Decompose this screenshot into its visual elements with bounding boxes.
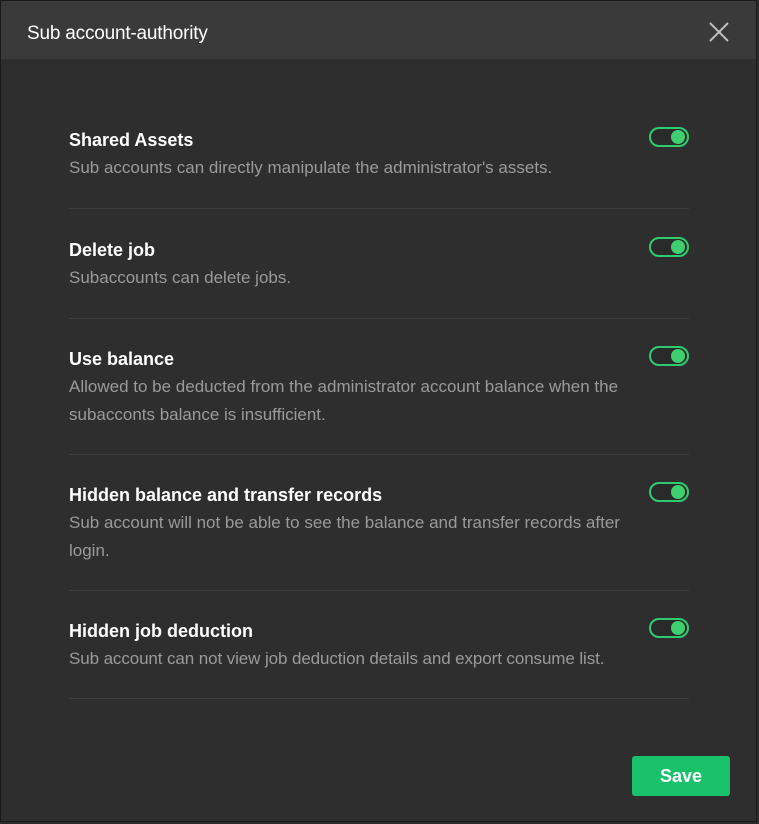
toggle-knob <box>671 485 685 499</box>
permission-title: Shared Assets <box>69 130 194 150</box>
permission-description: Subaccounts can delete jobs. <box>69 268 292 287</box>
permission-title: Hidden balance and transfer records <box>69 485 383 505</box>
permission-title: Delete job <box>69 240 156 260</box>
close-icon[interactable] <box>708 21 730 43</box>
permission-item-shared-assets: Shared Assets Sub accounts can directly … <box>69 109 689 209</box>
dialog-header: Sub account-authority <box>1 1 756 59</box>
permission-description: Allowed to be deducted from the administ… <box>69 377 619 424</box>
toggle-knob <box>671 349 685 363</box>
dialog-title: Sub account-authority <box>27 23 208 44</box>
permission-list: Shared Assets Sub accounts can directly … <box>69 109 689 699</box>
permission-description: Sub accounts can directly manipulate the… <box>69 158 553 177</box>
hidden-job-deduction-toggle[interactable] <box>649 618 689 638</box>
permission-item-hidden-job-deduction: Hidden job deduction Sub account can not… <box>69 591 689 699</box>
save-button[interactable]: Save <box>632 756 730 796</box>
permission-item-delete-job: Delete job Subaccounts can delete jobs. <box>69 209 689 319</box>
use-balance-toggle[interactable] <box>649 346 689 366</box>
shared-assets-toggle[interactable] <box>649 127 689 147</box>
permission-item-hidden-balance: Hidden balance and transfer records Sub … <box>69 455 689 591</box>
sub-account-authority-dialog: Sub account-authority Shared Assets Sub … <box>0 0 757 822</box>
hidden-balance-toggle[interactable] <box>649 482 689 502</box>
toggle-knob <box>671 130 685 144</box>
permission-title: Use balance <box>69 349 175 369</box>
permission-description: Sub account can not view job deduction d… <box>69 649 605 668</box>
toggle-knob <box>671 621 685 635</box>
toggle-knob <box>671 240 685 254</box>
permission-description: Sub account will not be able to see the … <box>69 513 620 560</box>
permission-title: Hidden job deduction <box>69 621 253 641</box>
delete-job-toggle[interactable] <box>649 237 689 257</box>
permission-item-use-balance: Use balance Allowed to be deducted from … <box>69 319 689 455</box>
